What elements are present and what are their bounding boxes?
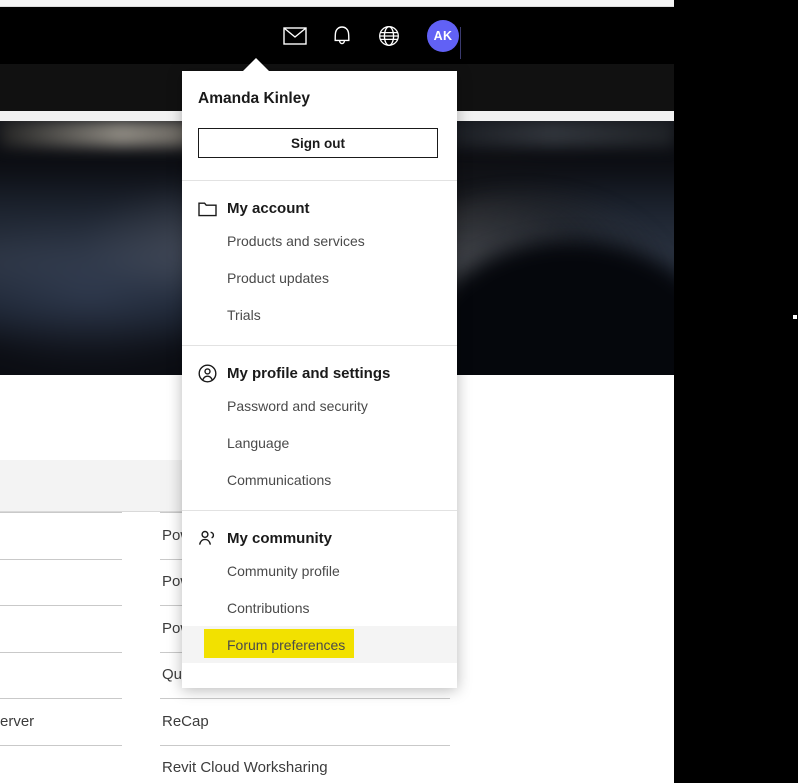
menu-item-products-and-services[interactable]: Products and services <box>182 222 457 259</box>
mail-icon[interactable] <box>282 23 308 49</box>
navbar-icon-group: AK <box>282 7 459 64</box>
section-header-my-account[interactable]: My account <box>182 195 457 222</box>
row-rule-left <box>0 744 122 746</box>
menu-item-product-updates[interactable]: Product updates <box>182 259 457 296</box>
section-title: My profile and settings <box>227 365 391 382</box>
row-rule-left <box>0 698 122 699</box>
table-cell-right: ReCap <box>162 712 209 730</box>
menu-item-contributions[interactable]: Contributions <box>182 589 457 626</box>
table-row[interactable]: erver ReCap <box>0 698 674 745</box>
table-row[interactable]: Revit Cloud Worksharing <box>0 744 674 783</box>
account-menu-popup: Amanda Kinley Sign out My account Produc… <box>182 71 457 688</box>
table-cell-left: erver <box>0 712 35 730</box>
folder-icon <box>198 199 217 218</box>
row-rule-left <box>0 512 122 513</box>
sign-out-button[interactable]: Sign out <box>198 128 438 158</box>
section-header-my-profile-and-settings[interactable]: My profile and settings <box>182 360 457 387</box>
row-rule-right <box>160 698 450 699</box>
people-icon <box>198 529 217 548</box>
table-cell-left <box>0 745 160 783</box>
global-navbar: AK <box>0 7 674 64</box>
row-rule-left <box>0 651 122 653</box>
table-cell-left <box>0 559 160 606</box>
avatar[interactable]: AK <box>427 19 459 52</box>
table-cell-right: Revit Cloud Worksharing <box>162 759 328 777</box>
user-circle-icon <box>198 364 217 383</box>
row-rule-right <box>160 744 450 746</box>
section-title: My account <box>227 200 310 217</box>
menu-item-community-profile[interactable]: Community profile <box>182 552 457 589</box>
bell-icon[interactable] <box>329 23 355 49</box>
popup-section-my-community: My community Community profile Contribut… <box>182 511 457 675</box>
avatar-initials: AK <box>433 28 453 43</box>
row-rule-left <box>0 605 122 606</box>
popup-section-my-profile-and-settings: My profile and settings Password and sec… <box>182 346 457 510</box>
popup-section-my-account: My account Products and services Product… <box>182 181 457 345</box>
section-title: My community <box>227 530 333 547</box>
menu-item-trials[interactable]: Trials <box>182 296 457 333</box>
menu-item-forum-preferences[interactable]: Forum preferences <box>182 626 457 663</box>
menu-item-communications[interactable]: Communications <box>182 461 457 498</box>
navbar-divider <box>460 27 461 59</box>
sign-out-container: Sign out <box>182 108 457 180</box>
popup-caret <box>243 58 269 71</box>
screenshot-root: AK ... <box>0 0 798 783</box>
row-rule-left <box>0 558 122 560</box>
cursor-dot <box>793 315 797 319</box>
table-cell-left <box>0 605 160 652</box>
popup-user-name: Amanda Kinley <box>198 90 310 107</box>
globe-icon[interactable] <box>376 23 402 49</box>
table-cell-left <box>0 652 160 699</box>
table-cell-left <box>0 512 160 559</box>
menu-item-language[interactable]: Language <box>182 424 457 461</box>
menu-item-password-and-security[interactable]: Password and security <box>182 387 457 424</box>
section-header-my-community[interactable]: My community <box>182 525 457 552</box>
